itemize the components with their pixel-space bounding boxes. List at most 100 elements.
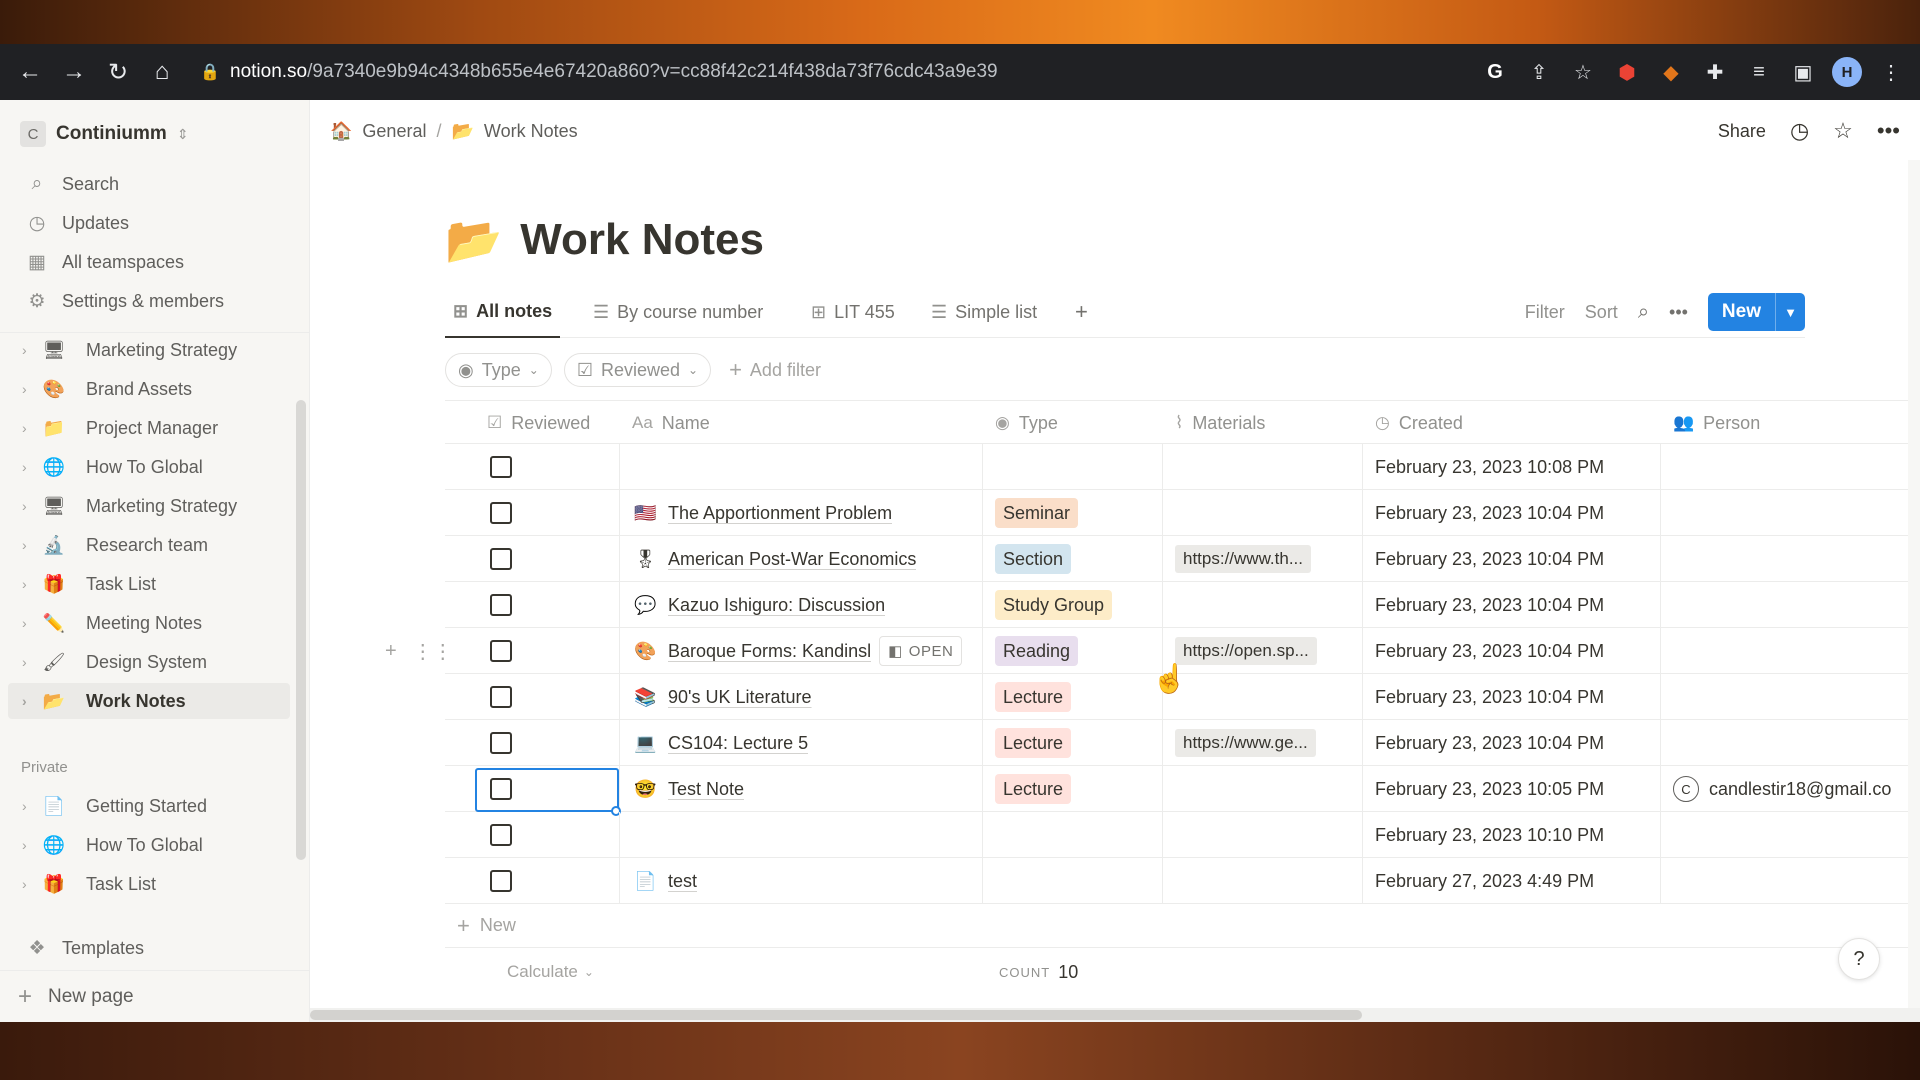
chevron-right-icon[interactable]: › (22, 576, 36, 592)
name-cell[interactable]: 🎨 Baroque Forms: Kandinsl ◧ OPEN (620, 628, 983, 674)
type-cell[interactable] (983, 444, 1163, 490)
address-bar[interactable]: 🔒 notion.so /9a7340e9b94c4348b655e4e6742… (200, 52, 1400, 92)
table-row[interactable]: February 23, 2023 10:10 PM (445, 812, 1920, 858)
search-icon[interactable]: ⌕ (1638, 301, 1649, 324)
count-summary[interactable]: COUNT 10 (999, 950, 1078, 994)
note-name[interactable]: CS104: Lecture 5 (668, 733, 808, 754)
chevron-right-icon[interactable]: › (22, 837, 36, 853)
name-cell[interactable]: 🤓 Test Note (620, 766, 983, 812)
materials-link[interactable]: https://www.th... (1175, 545, 1311, 573)
more-options-icon[interactable]: ••• (1877, 118, 1900, 144)
reviewed-checkbox[interactable] (490, 686, 512, 708)
person-cell[interactable] (1661, 720, 1920, 766)
sidebar-page-research-team[interactable]: › 🔬 Research team (0, 527, 296, 563)
sidebar-page-project-manager[interactable]: › 📁 Project Manager (0, 410, 296, 446)
reviewed-checkbox[interactable] (490, 548, 512, 570)
note-name[interactable]: Kazuo Ishiguro: Discussion (668, 595, 885, 616)
metamask-extension-icon[interactable]: ◆ (1656, 57, 1686, 87)
add-view-button[interactable]: + (1067, 286, 1096, 338)
chevron-right-icon[interactable]: › (22, 381, 36, 397)
filter-chip-reviewed[interactable]: ☑ Reviewed ⌄ (563, 353, 712, 387)
chevron-right-icon[interactable]: › (22, 498, 36, 514)
filter-chip-type[interactable]: ◉ Type ⌄ (445, 353, 552, 387)
view-tab-all-notes[interactable]: ⊞ All notes (445, 286, 561, 338)
type-cell[interactable]: Section (983, 536, 1163, 582)
reviewed-checkbox[interactable] (490, 732, 512, 754)
page-icon[interactable]: 📂 (445, 213, 502, 268)
reviewed-cell[interactable] (445, 628, 620, 674)
person-cell[interactable] (1661, 628, 1920, 674)
help-button[interactable]: ? (1838, 938, 1880, 980)
view-tab-lit-455[interactable]: ⊞ LIT 455 (803, 286, 903, 338)
note-name[interactable]: test (668, 871, 697, 892)
reviewed-cell[interactable] (445, 674, 620, 720)
media-queue-icon[interactable]: ≡ (1744, 57, 1774, 87)
sidebar-page-brand-assets[interactable]: › 🎨 Brand Assets (0, 371, 296, 407)
name-cell[interactable] (620, 812, 983, 858)
favorite-star-icon[interactable]: ☆ (1833, 118, 1853, 144)
share-button[interactable]: Share (1718, 121, 1766, 142)
sidebar-page-meeting-notes[interactable]: › ✏️ Meeting Notes (0, 605, 296, 641)
page-vertical-scrollbar[interactable] (1908, 160, 1920, 1008)
sidebar-page-how-to-global[interactable]: › 🌐 How To Global (0, 449, 296, 485)
table-row[interactable]: 🎖 American Post-War Economics Section https… (445, 536, 1920, 582)
column-header-name[interactable]: Aa Name (620, 401, 710, 445)
chevron-right-icon[interactable]: › (22, 654, 36, 670)
home-icon[interactable]: ⌂ (142, 52, 182, 92)
name-cell[interactable]: 📄 test (620, 858, 983, 904)
type-cell[interactable] (983, 858, 1163, 904)
bookmark-star-icon[interactable]: ☆ (1568, 57, 1598, 87)
add-filter-button[interactable]: + Add filter (729, 357, 821, 383)
sidebar-page-task-list[interactable]: › 🎁 Task List (0, 566, 296, 602)
person-cell[interactable] (1661, 674, 1920, 720)
profile-avatar[interactable]: H (1832, 57, 1862, 87)
column-header-person[interactable]: 👥 Person (1661, 401, 1760, 445)
sort-button[interactable]: Sort (1585, 302, 1618, 323)
table-row[interactable]: 🤓 Test Note Lecture February 23, 2023 10:05… (445, 766, 1920, 816)
materials-cell[interactable] (1163, 812, 1363, 858)
sidebar-item-all-teamspaces[interactable]: ▦ All teamspaces (0, 244, 310, 280)
reviewed-checkbox[interactable] (490, 824, 512, 846)
reviewed-checkbox[interactable] (490, 594, 512, 616)
sidebar-page-marketing-strategy-2[interactable]: › 🖥 Marketing Strategy (0, 488, 296, 524)
reviewed-checkbox[interactable] (490, 456, 512, 478)
materials-link[interactable]: https://www.ge... (1175, 729, 1316, 757)
column-header-type[interactable]: ◉ Type (983, 401, 1058, 445)
name-cell[interactable]: 🇺🇸 The Apportionment Problem (620, 490, 983, 536)
materials-cell[interactable]: https://open.sp... (1163, 628, 1363, 674)
chevron-right-icon[interactable]: › (22, 342, 36, 358)
more-options-icon[interactable]: ••• (1669, 302, 1688, 323)
chevron-right-icon[interactable]: › (22, 459, 36, 475)
chevron-right-icon[interactable]: › (22, 615, 36, 631)
chevron-right-icon[interactable]: › (22, 876, 36, 892)
workspace-switcher[interactable]: C Continiumm ⇕ (20, 118, 189, 150)
note-name[interactable]: American Post-War Economics (668, 549, 916, 570)
table-row[interactable]: 💬 Kazuo Ishiguro: Discussion Study Group Fe… (445, 582, 1920, 628)
type-cell[interactable]: Seminar (983, 490, 1163, 536)
table-row[interactable]: 🇺🇸 The Apportionment Problem Seminar Februa… (445, 490, 1920, 536)
column-header-reviewed[interactable]: ☑ Reviewed (475, 401, 590, 445)
sidebar-page-work-notes[interactable]: › 📂 Work Notes (8, 683, 290, 719)
reviewed-checkbox[interactable] (490, 870, 512, 892)
name-cell[interactable]: 💬 Kazuo Ishiguro: Discussion (620, 582, 983, 628)
side-panel-icon[interactable]: ▣ (1788, 57, 1818, 87)
share-page-icon[interactable]: ⇪ (1524, 57, 1554, 87)
scrollbar-thumb[interactable] (310, 1010, 1362, 1020)
sidebar-item-templates[interactable]: ❖ Templates (0, 930, 310, 966)
note-name[interactable]: The Apportionment Problem (668, 503, 892, 524)
column-header-created[interactable]: ◷ Created (1363, 401, 1463, 445)
type-cell[interactable]: Lecture (983, 720, 1163, 766)
materials-cell[interactable]: https://www.ge... (1163, 720, 1363, 766)
chevron-down-icon[interactable]: ▼ (1775, 293, 1805, 331)
materials-cell[interactable] (1163, 582, 1363, 628)
type-cell[interactable]: Study Group (983, 582, 1163, 628)
open-page-button[interactable]: ◧ OPEN (879, 636, 963, 666)
reviewed-cell[interactable] (445, 812, 620, 858)
sidebar-item-updates[interactable]: ◷ Updates (0, 205, 310, 241)
reviewed-cell[interactable] (445, 858, 620, 904)
reload-icon[interactable]: ↻ (98, 52, 138, 92)
person-cell[interactable] (1661, 582, 1920, 628)
google-icon[interactable]: G (1480, 57, 1510, 87)
adblock-extension-icon[interactable]: ⬢ (1612, 57, 1642, 87)
sidebar-page-how-to-global-private[interactable]: › 🌐 How To Global (0, 827, 296, 863)
